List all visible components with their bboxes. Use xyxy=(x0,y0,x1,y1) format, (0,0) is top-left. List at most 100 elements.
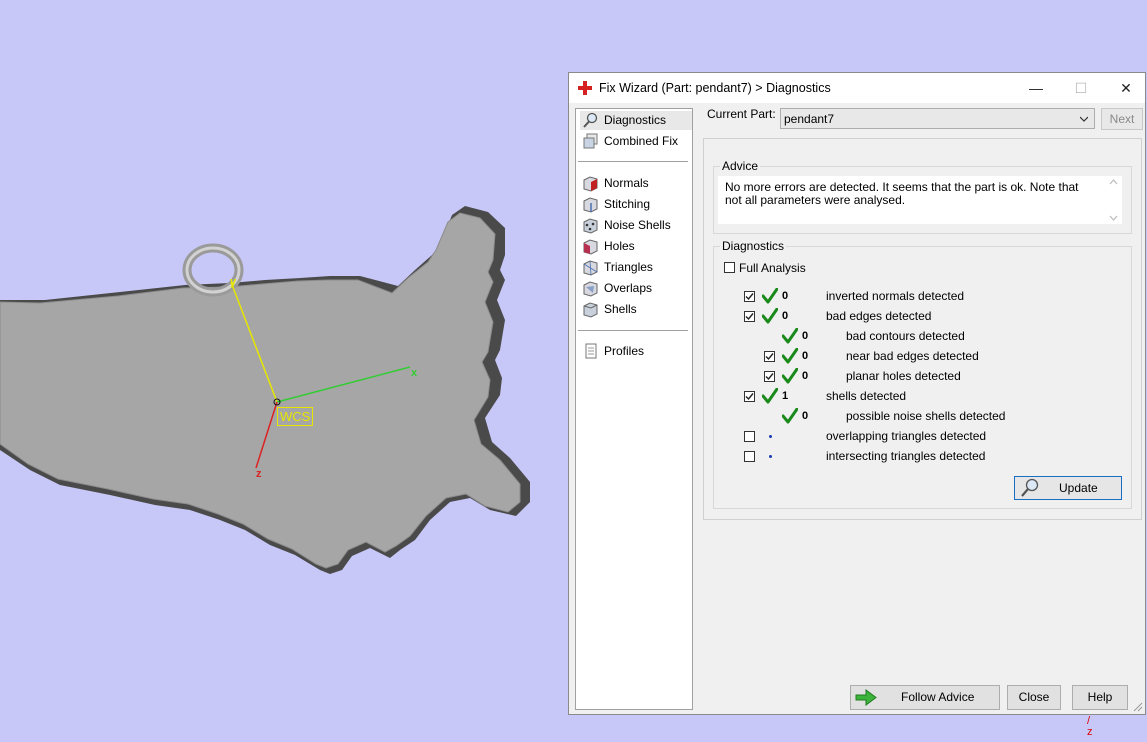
nav-item-diagnostics[interactable]: Diagnostics xyxy=(580,111,692,130)
stitching-cube-icon xyxy=(583,197,598,213)
nav-item-stitching[interactable]: Stitching xyxy=(580,195,656,214)
title-bar[interactable]: Fix Wizard (Part: pendant7) > Diagnostic… xyxy=(569,73,1145,103)
fix-wizard-dialog: Fix Wizard (Part: pendant7) > Diagnostic… xyxy=(568,72,1146,715)
stray-axis-label: / z xyxy=(1087,715,1093,738)
chevron-down-icon xyxy=(1080,116,1088,122)
advice-title: Advice xyxy=(720,159,761,173)
update-button[interactable]: Update xyxy=(1014,476,1122,500)
dialog-title: Fix Wizard (Part: pendant7) > Diagnostic… xyxy=(599,81,831,95)
axis-z-label: z xyxy=(256,468,262,480)
nav-label: Holes xyxy=(604,239,635,253)
diagnostic-count: 0 xyxy=(782,310,789,322)
diagnostic-count: 0 xyxy=(802,410,809,422)
diagnostic-checkbox[interactable] xyxy=(744,311,755,322)
diagnostic-label: inverted normals detected xyxy=(826,289,965,303)
diagnostics-panel: Advice No more errors are detected. It s… xyxy=(703,138,1142,520)
overlaps-cube-icon xyxy=(583,281,598,297)
layers-icon xyxy=(583,133,598,149)
nav-label: Combined Fix xyxy=(604,134,679,148)
diagnostic-label: possible noise shells detected xyxy=(846,409,1006,423)
green-arrow-icon xyxy=(855,689,877,706)
nav-label: Overlaps xyxy=(604,281,653,295)
diagnostics-group: Diagnostics Full Analysis 0 inverted norm… xyxy=(713,239,1132,509)
diagnostic-count: 1 xyxy=(782,390,789,402)
nav-item-normals[interactable]: Normals xyxy=(580,174,655,193)
diagnostic-checkbox[interactable] xyxy=(744,391,755,402)
resize-grip-icon[interactable] xyxy=(1133,702,1143,712)
advice-text: No more errors are detected. It seems th… xyxy=(725,180,1079,207)
green-check-icon xyxy=(762,288,778,304)
nav-divider xyxy=(578,330,688,331)
diagnostic-label: bad contours detected xyxy=(846,329,965,343)
current-part-value: pendant7 xyxy=(784,112,835,126)
nav-item-noise-shells[interactable]: Noise Shells xyxy=(580,216,677,235)
help-button[interactable]: Help xyxy=(1072,685,1128,710)
green-check-icon xyxy=(762,308,778,324)
nav-label: Normals xyxy=(604,176,649,190)
diagnostic-count: 0 xyxy=(802,370,809,382)
nav-label: Triangles xyxy=(604,260,653,274)
green-check-icon xyxy=(782,368,798,384)
normals-cube-icon xyxy=(583,176,598,192)
green-check-icon xyxy=(782,408,798,424)
triangles-cube-icon xyxy=(583,260,598,276)
current-part-select[interactable]: pendant7 xyxy=(780,108,1095,129)
red-cross-icon xyxy=(578,81,592,95)
diagnostic-checkbox[interactable] xyxy=(744,451,755,462)
next-button[interactable]: Next xyxy=(1101,108,1143,130)
close-button[interactable]: Close xyxy=(1007,685,1061,710)
wizard-nav-panel: Diagnostics Combined Fix Normals Stitchi… xyxy=(575,108,693,710)
shells-cube-icon xyxy=(583,302,598,318)
diagnostic-label: planar holes detected xyxy=(846,369,961,383)
nav-item-triangles[interactable]: Triangles xyxy=(580,258,659,277)
wcs-label: WCS xyxy=(277,407,314,426)
maximize-button[interactable]: ☐ xyxy=(1058,77,1104,99)
advice-textbox[interactable]: No more errors are detected. It seems th… xyxy=(718,176,1122,224)
green-check-icon xyxy=(782,328,798,344)
noise-shells-icon xyxy=(583,218,598,234)
nav-item-overlaps[interactable]: Overlaps xyxy=(580,279,658,298)
green-check-icon xyxy=(762,388,778,404)
diagnostic-label: near bad edges detected xyxy=(846,349,979,363)
axis-x-label: x xyxy=(411,367,418,379)
magnifier-icon xyxy=(1021,478,1039,497)
diagnostic-checkbox[interactable] xyxy=(744,431,755,442)
nav-label: Shells xyxy=(604,302,637,316)
diagnostic-label: shells detected xyxy=(826,389,907,403)
nav-item-profiles[interactable]: Profiles xyxy=(580,342,650,361)
diagnostic-count: 0 xyxy=(802,350,809,362)
full-analysis-checkbox[interactable] xyxy=(724,262,735,273)
follow-advice-label: Follow Advice xyxy=(901,690,975,704)
model-top-face xyxy=(0,212,521,569)
diagnostics-title: Diagnostics xyxy=(720,239,787,253)
diagnostic-label: intersecting triangles detected xyxy=(826,449,986,463)
diagnostic-label: bad edges detected xyxy=(826,309,932,323)
follow-advice-button[interactable]: Follow Advice xyxy=(850,685,1000,710)
nav-item-combined-fix[interactable]: Combined Fix xyxy=(580,132,684,151)
nav-label: Noise Shells xyxy=(604,218,671,232)
magnifier-icon xyxy=(583,112,598,128)
advice-group: Advice No more errors are detected. It s… xyxy=(713,159,1132,234)
nav-item-holes[interactable]: Holes xyxy=(580,237,641,256)
update-label: Update xyxy=(1059,481,1098,495)
nav-label: Stitching xyxy=(604,197,651,211)
diagnostic-label: overlapping triangles detected xyxy=(826,429,987,443)
status-dot-icon xyxy=(769,455,772,458)
current-part-label: Current Part: xyxy=(707,107,776,121)
diagnostic-count: 0 xyxy=(802,330,809,342)
diagnostic-checkbox[interactable] xyxy=(764,351,775,362)
status-dot-icon xyxy=(769,435,772,438)
diagnostic-count: 0 xyxy=(782,290,789,302)
nav-label: Profiles xyxy=(604,344,645,358)
profiles-icon xyxy=(585,343,597,359)
nav-label: Diagnostics xyxy=(604,113,667,127)
diagnostic-checkbox[interactable] xyxy=(764,371,775,382)
advice-scrollbar[interactable] xyxy=(1105,176,1122,224)
nav-divider xyxy=(578,161,688,162)
axis-y-label: y xyxy=(230,276,237,288)
nav-item-shells[interactable]: Shells xyxy=(580,300,643,319)
minimize-button[interactable]: — xyxy=(1013,77,1059,99)
close-window-button[interactable]: ✕ xyxy=(1103,77,1147,99)
holes-cube-icon xyxy=(583,239,598,255)
diagnostic-checkbox[interactable] xyxy=(744,291,755,302)
